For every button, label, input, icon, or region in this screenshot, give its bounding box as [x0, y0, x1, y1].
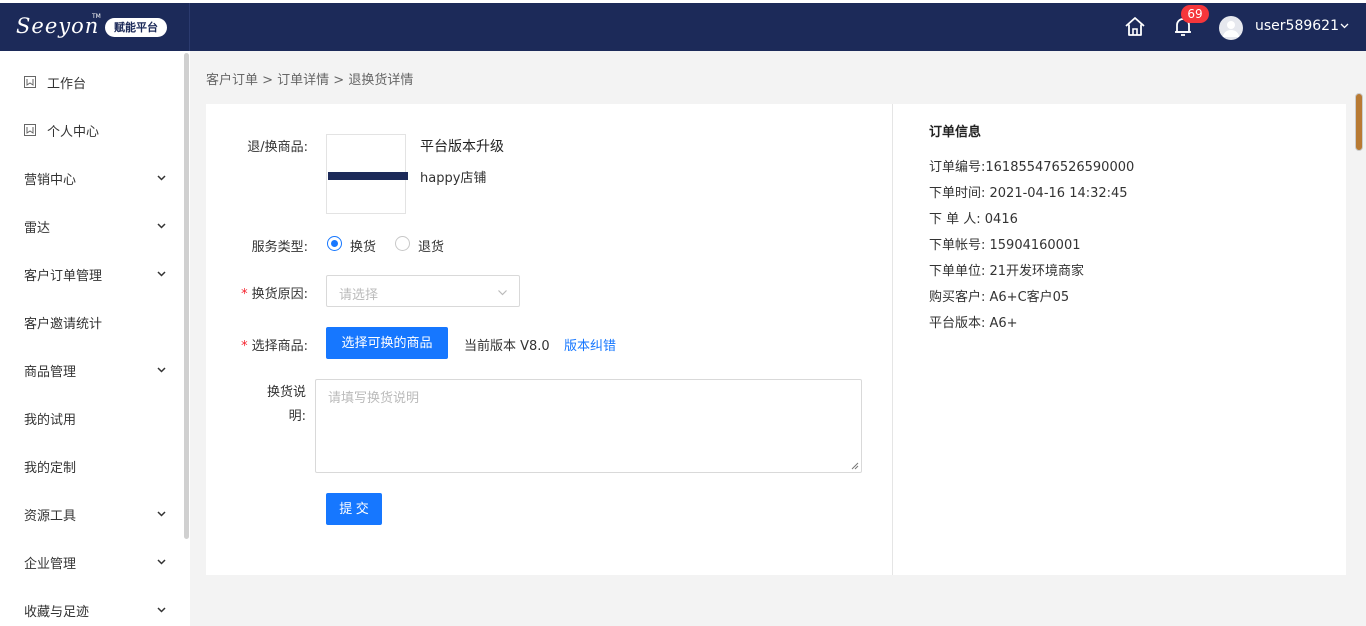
- sidebar-item-customer-orders[interactable]: 客户订单管理: [0, 250, 184, 298]
- sidebar-item-label: 企业管理: [24, 556, 77, 572]
- order-person: 下 单 人: 0416: [929, 212, 1018, 227]
- chevron-down-icon: [157, 511, 166, 517]
- service-type-label: 服务类型:: [251, 240, 308, 255]
- sidebar-item-label: 我的试用: [24, 412, 77, 428]
- sidebar-item-product-management[interactable]: 商品管理: [0, 346, 184, 394]
- product-name: 平台版本升级: [420, 139, 504, 155]
- chevron-down-icon: [157, 607, 166, 613]
- sidebar-item-label: 营销中心: [24, 172, 77, 188]
- sidebar-item-label: 雷达: [24, 220, 51, 236]
- sidebar-item-resource-tools[interactable]: 资源工具: [0, 490, 184, 538]
- chevron-down-icon: [157, 559, 166, 565]
- logo-trademark: TM: [92, 13, 101, 20]
- sidebar-item-personal-center[interactable]: 个人中心: [0, 106, 184, 154]
- submit-button[interactable]: 提 交: [326, 493, 382, 525]
- sidebar-item-radar[interactable]: 雷达: [0, 202, 184, 250]
- order-info-title: 订单信息: [929, 125, 982, 140]
- description-label: 换货说 明:: [266, 385, 306, 424]
- sidebar-item-workbench[interactable]: 工作台: [0, 58, 184, 106]
- service-return-radio[interactable]: [395, 236, 410, 251]
- chevron-down-icon: [157, 367, 166, 373]
- sidebar-item-label: 商品管理: [24, 364, 77, 380]
- sidebar-item-label: 个人中心: [47, 124, 100, 140]
- reason-select[interactable]: 请选择: [326, 275, 520, 307]
- username[interactable]: user589621: [1255, 18, 1339, 34]
- chevron-down-icon: [498, 290, 507, 296]
- sidebar-item-my-customization[interactable]: 我的定制: [0, 442, 184, 490]
- platform-badge: 赋能平台: [105, 18, 167, 37]
- page-scrollbar[interactable]: [1355, 93, 1363, 151]
- sidebar-item-label: 工作台: [47, 76, 87, 92]
- order-unit: 下单单位: 21开发环境商家: [929, 264, 1085, 279]
- logo-text: Seeyon: [16, 14, 100, 38]
- header-divider: [189, 3, 190, 51]
- chevron-down-icon: [157, 175, 166, 181]
- bookmark-icon: [24, 76, 36, 88]
- sidebar-item-enterprise[interactable]: 企业管理: [0, 538, 184, 586]
- platform-version: 平台版本: A6+: [929, 316, 1018, 331]
- select-product-button[interactable]: 选择可换的商品: [326, 327, 448, 359]
- description-placeholder: 请填写换货说明: [328, 391, 420, 406]
- product-thumbnail[interactable]: [326, 134, 408, 214]
- service-return-label[interactable]: 退货: [418, 236, 444, 255]
- sidebar-item-label: 客户订单管理: [24, 268, 103, 284]
- top-bar: Seeyon TM 赋能平台 69 user589621: [0, 0, 1366, 51]
- sidebar-item-label: 客户邀请统计: [24, 316, 103, 332]
- logo[interactable]: Seeyon TM 赋能平台: [0, 3, 190, 51]
- chevron-down-icon[interactable]: [1339, 20, 1350, 31]
- required-mark: *: [241, 339, 248, 354]
- product-shop: happy店铺: [420, 171, 487, 186]
- bookmark-icon: [24, 124, 36, 136]
- sidebar-item-favorites[interactable]: 收藏与足迹: [0, 586, 184, 626]
- thumbnail-banner: [328, 172, 408, 180]
- order-time: 下单时间: 2021-04-16 14:32:45: [929, 186, 1128, 201]
- sidebar-item-label: 我的定制: [24, 460, 77, 476]
- order-number: 订单编号:161855476526590000: [929, 160, 1135, 175]
- current-version: 当前版本 V8.0: [464, 339, 550, 354]
- sidebar-item-marketing[interactable]: 营销中心: [0, 154, 184, 202]
- version-fix-link[interactable]: 版本纠错: [564, 335, 616, 354]
- service-exchange-radio[interactable]: [327, 236, 342, 251]
- chevron-down-icon: [157, 223, 166, 229]
- sidebar: 工作台 个人中心 营销中心 雷达 客户订单管理 客户邀请统计 商品管理 我的试用…: [0, 51, 190, 626]
- service-exchange-label[interactable]: 换货: [350, 236, 376, 255]
- breadcrumb[interactable]: 客户订单 > 订单详情 > 退换货详情: [206, 69, 413, 88]
- select-product-label: * 选择商品:: [241, 339, 308, 354]
- sidebar-item-my-trials[interactable]: 我的试用: [0, 394, 184, 442]
- notification-badge[interactable]: 69: [1181, 5, 1209, 23]
- reason-label: * 换货原因:: [241, 287, 308, 302]
- avatar[interactable]: [1219, 16, 1243, 40]
- required-mark: *: [241, 287, 248, 302]
- sidebar-scrollbar[interactable]: [184, 53, 189, 539]
- buyer-customer: 购买客户: A6+C客户05: [929, 290, 1070, 305]
- user-icon: [1223, 21, 1239, 37]
- sidebar-item-invite-stats[interactable]: 客户邀请统计: [0, 298, 184, 346]
- resize-handle-icon[interactable]: [851, 462, 859, 470]
- description-textarea[interactable]: 请填写换货说明: [315, 379, 862, 473]
- reason-placeholder: 请选择: [339, 288, 379, 303]
- sidebar-item-label: 收藏与足迹: [24, 604, 90, 620]
- product-label: 退/换商品:: [247, 140, 308, 155]
- chevron-down-icon: [157, 271, 166, 277]
- home-icon[interactable]: [1124, 16, 1146, 38]
- sidebar-item-label: 资源工具: [24, 508, 77, 524]
- order-account: 下单帐号: 15904160001: [929, 238, 1081, 253]
